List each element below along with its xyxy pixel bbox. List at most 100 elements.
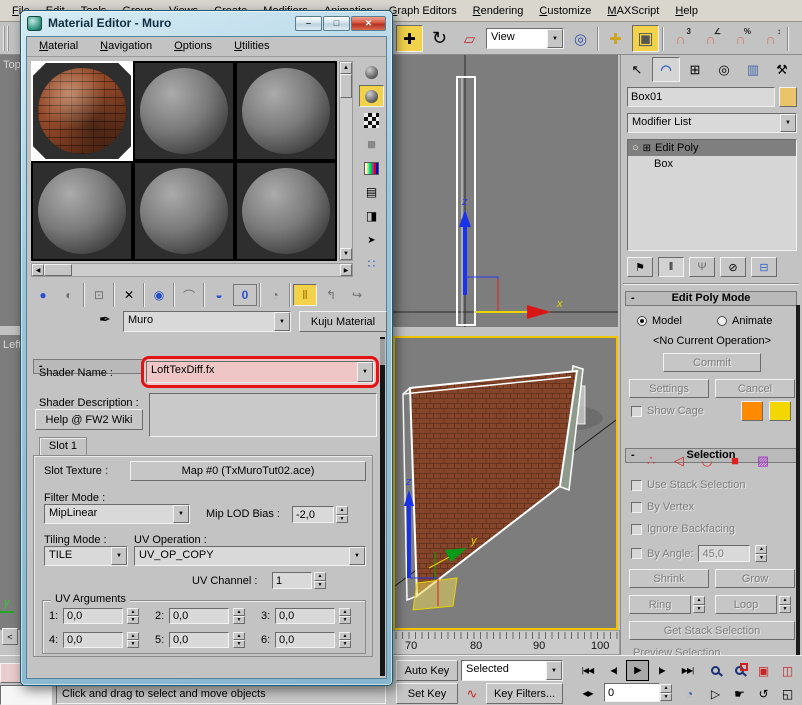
reference-coordinate-dropdown[interactable]: View bbox=[486, 28, 564, 49]
checkbox-icon[interactable] bbox=[631, 524, 642, 535]
scroll-thumb[interactable] bbox=[44, 264, 72, 276]
material-id-channel-button[interactable]: 0 bbox=[233, 284, 257, 306]
ring-spinner[interactable] bbox=[693, 596, 705, 613]
viewport-perspective[interactable]: z y bbox=[393, 336, 618, 630]
dropdown-arrow-icon[interactable] bbox=[546, 661, 562, 680]
object-name-field[interactable] bbox=[627, 87, 775, 107]
dropdown-arrow-icon[interactable] bbox=[780, 114, 796, 132]
select-by-material-button[interactable]: ➤ bbox=[359, 229, 384, 251]
spinner-down[interactable] bbox=[779, 605, 791, 614]
uv-arg-spinner[interactable] bbox=[233, 608, 245, 624]
menu-graph-editors[interactable]: Graph Editors bbox=[381, 2, 465, 20]
time-configuration-button[interactable]: ◔ bbox=[678, 683, 701, 704]
spinner-down[interactable] bbox=[755, 554, 767, 563]
go-to-end-button[interactable]: ▶▶| bbox=[676, 660, 699, 681]
viewport-horizontal-splitter[interactable] bbox=[391, 327, 618, 336]
checkbox-icon[interactable] bbox=[631, 548, 642, 559]
commit-button[interactable]: Commit bbox=[663, 353, 761, 372]
sample-slot[interactable] bbox=[235, 61, 337, 161]
remove-modifier-button[interactable]: ⊘ bbox=[720, 257, 746, 277]
by-angle-input[interactable] bbox=[698, 545, 750, 562]
spinner-up[interactable] bbox=[127, 608, 139, 616]
ignore-backfacing-checkbox[interactable]: Ignore Backfacing bbox=[631, 523, 735, 535]
backlight-button[interactable] bbox=[359, 85, 384, 107]
sample-slot[interactable] bbox=[133, 161, 235, 261]
show-map-in-viewport-button[interactable]: ◔ bbox=[263, 284, 287, 306]
uv-channel-field[interactable] bbox=[272, 572, 312, 589]
next-frame-button[interactable]: |▶ bbox=[650, 660, 673, 681]
spinner-up[interactable] bbox=[339, 632, 351, 640]
uv-arg-input-3[interactable] bbox=[275, 608, 335, 624]
spinner-up[interactable] bbox=[336, 506, 348, 515]
zoom-extents-button[interactable]: ▣ bbox=[752, 660, 775, 681]
mip-lod-spinner[interactable] bbox=[336, 506, 348, 523]
spinner-down[interactable] bbox=[336, 515, 348, 524]
percent-snap-button[interactable]: ∩% bbox=[727, 25, 754, 52]
uv-arg-input-6[interactable] bbox=[275, 632, 335, 648]
spinner-down[interactable] bbox=[339, 616, 351, 624]
slot-texture-button[interactable]: Map #0 (TxMuroTut02.ace) bbox=[130, 461, 366, 481]
spinner-up[interactable] bbox=[127, 632, 139, 640]
tab-create[interactable]: ↖ bbox=[623, 57, 651, 82]
tab-motion[interactable]: ◎ bbox=[710, 57, 738, 82]
snap-toggle-3d-button[interactable]: ∩3 bbox=[667, 25, 694, 52]
make-unique-stack-button[interactable]: Ψ bbox=[689, 257, 715, 277]
mip-lod-bias-field[interactable] bbox=[292, 506, 334, 523]
object-name-input[interactable] bbox=[627, 87, 775, 107]
frame-spinner[interactable] bbox=[660, 684, 672, 701]
make-preview-button[interactable]: ▤ bbox=[359, 181, 384, 203]
timeline-ruler[interactable]: 70 80 90 100 bbox=[388, 630, 620, 655]
uv-arg-spinner[interactable] bbox=[339, 608, 351, 624]
background-button[interactable] bbox=[359, 109, 384, 131]
tab-display[interactable]: ▥ bbox=[739, 57, 767, 82]
tiling-mode-dropdown[interactable]: TILE bbox=[44, 546, 128, 566]
filter-mode-dropdown[interactable]: MipLinear bbox=[44, 504, 190, 524]
spinner-down[interactable] bbox=[339, 640, 351, 648]
spinner-down[interactable] bbox=[693, 605, 705, 614]
uv-arg-field[interactable] bbox=[169, 632, 229, 648]
uv-arg-field[interactable] bbox=[275, 608, 335, 624]
animate-radio[interactable]: Animate bbox=[717, 315, 772, 327]
close-button[interactable]: ✕ bbox=[351, 16, 386, 31]
minimize-button[interactable]: – bbox=[295, 16, 322, 31]
zoom-button[interactable] bbox=[704, 660, 727, 681]
maximize-button[interactable]: □ bbox=[323, 16, 350, 31]
scroll-up-button[interactable]: ▲ bbox=[340, 62, 352, 74]
menu-utilities[interactable]: Utilities bbox=[234, 40, 269, 53]
key-mode-toggle-button[interactable]: ◀▶ bbox=[576, 683, 599, 704]
field-of-view-button[interactable]: ▷ bbox=[704, 683, 727, 704]
viewport-top-label[interactable]: Top bbox=[3, 59, 20, 71]
material-name-dropdown[interactable]: Muro bbox=[123, 311, 291, 332]
uv-arg-field[interactable] bbox=[63, 608, 123, 624]
stack-item-edit-poly[interactable]: ○ ⊞ Edit Poly bbox=[628, 140, 796, 156]
radio-selected-icon[interactable] bbox=[637, 316, 647, 326]
border-subobject-icon[interactable]: ◡ bbox=[695, 453, 719, 469]
viewport-splitter[interactable] bbox=[0, 326, 20, 335]
scroll-left-button[interactable]: ◀ bbox=[32, 264, 44, 276]
by-angle-field[interactable] bbox=[698, 545, 750, 562]
tab-hierarchy[interactable]: ⊞ bbox=[681, 57, 709, 82]
toolbar-grip[interactable] bbox=[3, 26, 9, 51]
select-and-rotate-button[interactable]: ↻ bbox=[426, 25, 453, 52]
loop-spinner[interactable] bbox=[779, 596, 791, 613]
uv-arg-input-2[interactable] bbox=[169, 608, 229, 624]
dropdown-arrow-icon[interactable] bbox=[349, 547, 365, 565]
spinner-up[interactable] bbox=[660, 684, 672, 693]
min-max-toggle-button[interactable]: ◱ bbox=[776, 683, 799, 704]
show-end-result-stack-button[interactable]: ‖ bbox=[658, 257, 684, 277]
spinner-down[interactable] bbox=[233, 616, 245, 624]
menu-rendering[interactable]: Rendering bbox=[465, 2, 532, 20]
uv-arg-input-4[interactable] bbox=[63, 632, 123, 648]
uv-arg-spinner[interactable] bbox=[233, 632, 245, 648]
uv-arg-spinner[interactable] bbox=[127, 632, 139, 648]
get-material-button[interactable]: ● bbox=[31, 284, 55, 306]
loop-button[interactable]: Loop bbox=[715, 595, 777, 614]
stack-item-box[interactable]: Box bbox=[628, 156, 796, 172]
tab-utilities[interactable]: ⚒ bbox=[768, 57, 796, 82]
previous-frame-button[interactable]: ◀| bbox=[602, 660, 625, 681]
mip-lod-bias-input[interactable] bbox=[292, 506, 334, 523]
put-material-to-scene-button[interactable]: ◐ bbox=[57, 284, 81, 306]
new-key-filters-curve-button[interactable]: ∿ bbox=[461, 683, 483, 704]
spinner-down[interactable] bbox=[314, 581, 326, 590]
spinner-down[interactable] bbox=[233, 640, 245, 648]
